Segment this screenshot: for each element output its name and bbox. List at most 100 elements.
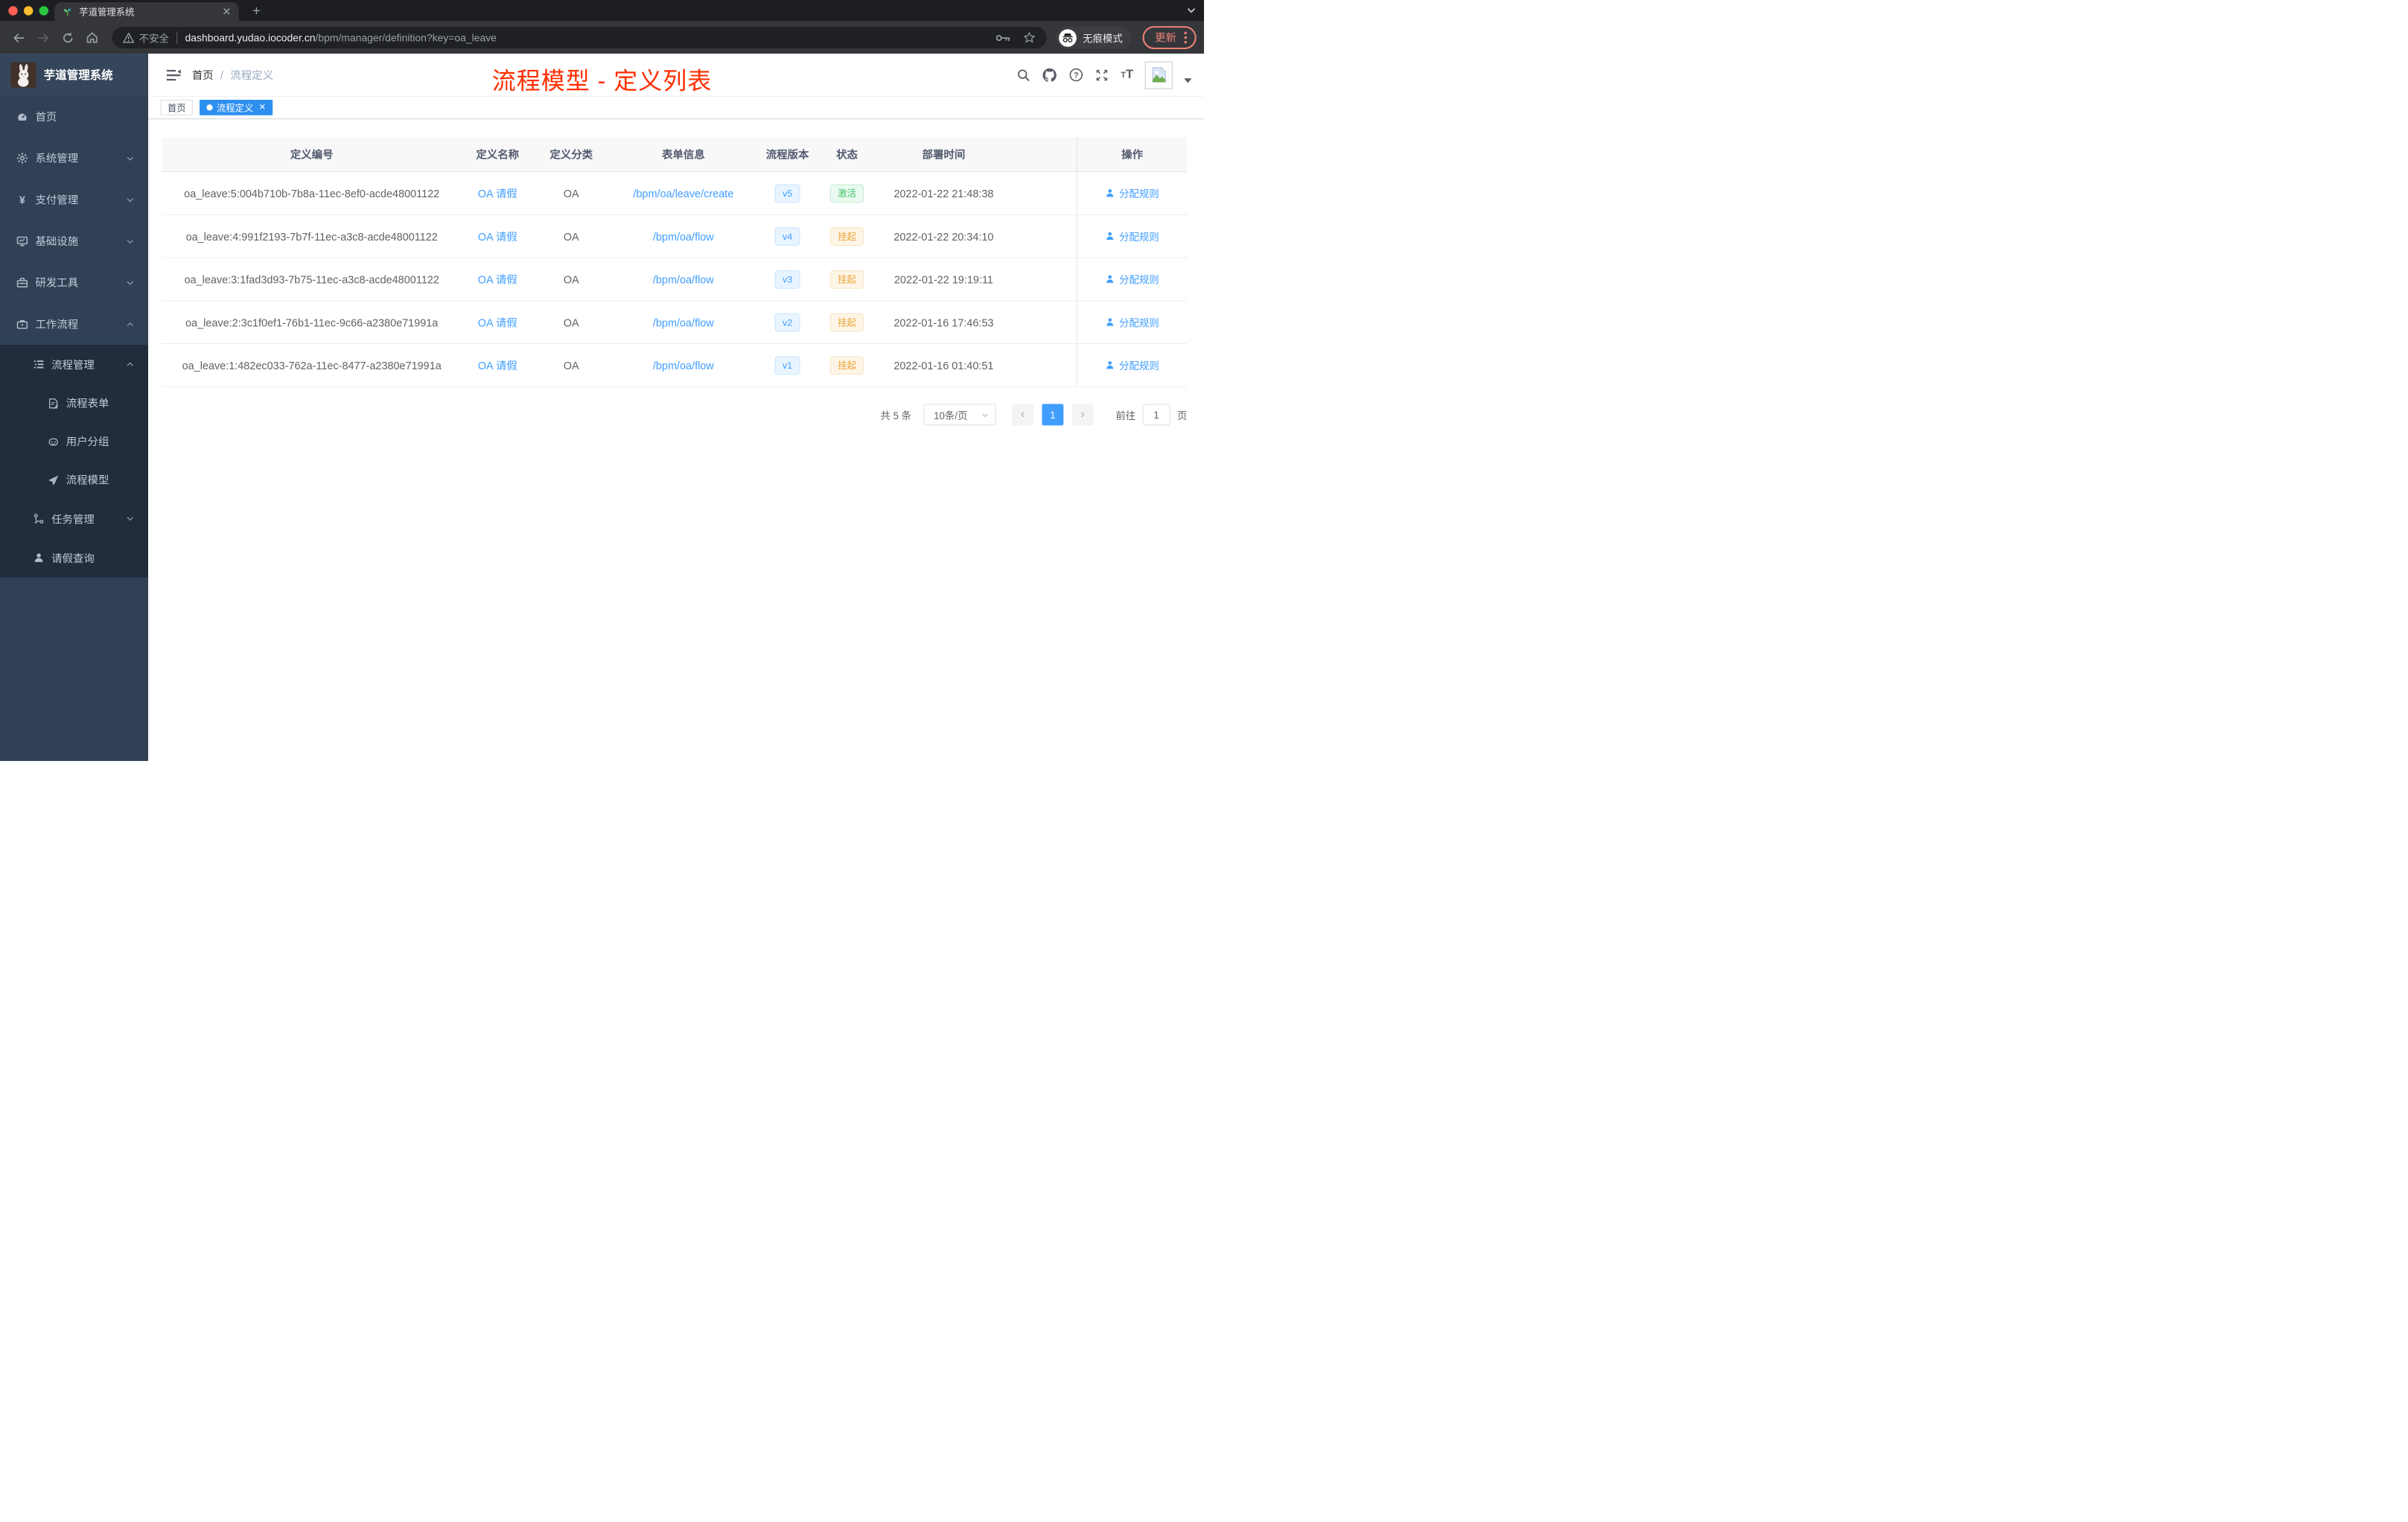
home-icon[interactable] xyxy=(81,27,103,48)
maximize-window-button[interactable] xyxy=(39,6,48,16)
dashboard-icon xyxy=(16,111,29,124)
breadcrumb-home[interactable]: 首页 xyxy=(192,67,214,83)
close-window-button[interactable] xyxy=(8,6,18,16)
sidebar-item[interactable]: 流程表单 xyxy=(0,384,148,423)
sidebar-item-label: 请假查询 xyxy=(51,551,95,564)
search-icon[interactable] xyxy=(1017,68,1031,82)
version-badge: v4 xyxy=(774,226,800,246)
sidebar-item-label: 流程模型 xyxy=(66,474,109,486)
sidebar-item[interactable]: 研发工具 xyxy=(0,262,148,304)
assign-rule-label: 分配规则 xyxy=(1119,274,1159,286)
prev-page-button[interactable]: ‹ xyxy=(1012,404,1034,426)
user-small-icon xyxy=(1105,274,1115,284)
table-row: oa_leave:1:482ec033-762a-11ec-8477-a2380… xyxy=(162,344,1188,387)
tab-search-chevron-icon[interactable] xyxy=(1186,5,1196,15)
definition-table: 定义编号 定义名称 定义分类 表单信息 流程版本 状态 部署时间 操作 oa_leave:5:0… xyxy=(162,137,1188,387)
help-icon[interactable]: ? xyxy=(1069,68,1084,83)
yen-icon: ¥ xyxy=(16,194,29,206)
sidebar-item[interactable]: ¥ 支付管理 xyxy=(0,179,148,220)
sidebar-item-label: 流程管理 xyxy=(51,358,95,371)
definition-id: oa_leave:3:1fad3d93-7b75-11ec-a3c8-acde4… xyxy=(184,273,439,286)
sidebar-item[interactable]: 系统管理 xyxy=(0,138,148,179)
column-header-label: 部署时间 xyxy=(922,148,966,161)
definition-name-link[interactable]: OA 请假 xyxy=(478,229,517,244)
sidebar-item-label: 工作流程 xyxy=(35,317,79,331)
assign-rule-link[interactable]: 分配规则 xyxy=(1105,315,1159,330)
sidebar-item[interactable]: 任务管理 xyxy=(0,499,148,538)
filler-cell xyxy=(1010,301,1077,343)
browser-tab[interactable]: 芋道管理系统 ✕ xyxy=(54,2,239,22)
sidebar-logo[interactable]: 芋道管理系统 xyxy=(0,54,149,96)
browser-menu-dots-icon[interactable] xyxy=(1184,31,1188,44)
avatar[interactable] xyxy=(1144,60,1173,89)
gear-icon xyxy=(16,152,29,165)
definition-name-link[interactable]: OA 请假 xyxy=(478,314,517,330)
form-link[interactable]: /bpm/oa/flow xyxy=(653,230,714,243)
deploy-time-cell: 2022-01-22 21:48:38 xyxy=(877,172,1010,214)
avatar-caret-down-icon[interactable] xyxy=(1184,77,1192,83)
bookmark-star-icon[interactable] xyxy=(1023,31,1036,44)
user-small-icon xyxy=(1105,231,1115,241)
assign-rule-link[interactable]: 分配规则 xyxy=(1105,358,1159,373)
definition-name-link[interactable]: OA 请假 xyxy=(478,272,517,287)
form-link[interactable]: /bpm/oa/flow xyxy=(653,359,714,372)
version-cell: v1 xyxy=(758,344,817,386)
back-icon[interactable] xyxy=(7,27,29,48)
goto-page-input[interactable] xyxy=(1142,404,1170,426)
tag-active[interactable]: 流程定义 ✕ xyxy=(200,100,273,115)
form-info-cell: /bpm/oa/flow xyxy=(609,344,758,386)
form-link[interactable]: /bpm/oa/flow xyxy=(653,273,714,286)
security-label: 不安全 xyxy=(138,32,169,45)
deploy-time: 2022-01-16 17:46:53 xyxy=(894,316,994,328)
sidebar-item[interactable]: 用户分组 xyxy=(0,422,148,461)
sidebar-fold-icon[interactable] xyxy=(166,68,182,82)
sidebar-item[interactable]: 流程模型 xyxy=(0,461,148,500)
minimize-window-button[interactable] xyxy=(23,6,34,16)
svg-text:?: ? xyxy=(1074,71,1079,80)
column-header: 定义分类 xyxy=(534,138,609,171)
github-icon[interactable] xyxy=(1042,67,1058,83)
sidebar: 芋道管理系统 首页 系统管理 ¥ 支付管理 基础设施 研发工具工作流程流程管理流程表单用户… xyxy=(0,54,149,761)
page-size-select[interactable]: 10条/页 xyxy=(923,404,996,426)
sidebar-item[interactable]: 请假查询 xyxy=(0,538,148,578)
version-badge: v3 xyxy=(774,270,800,289)
definition-id-cell: oa_leave:1:482ec033-762a-11ec-8477-a2380… xyxy=(162,344,462,386)
select-caret-icon xyxy=(981,410,989,418)
sidebar-item[interactable]: 基础设施 xyxy=(0,220,148,262)
viewport: 流程模型 - 定义列表 芋道管理系统 ✕ + 不安全 dashboard.yud… xyxy=(0,0,1204,761)
tag-item[interactable]: 首页 xyxy=(160,100,193,115)
sidebar-item[interactable]: 流程管理 xyxy=(0,345,148,384)
assign-rule-link[interactable]: 分配规则 xyxy=(1105,272,1159,287)
tab-close-icon[interactable]: ✕ xyxy=(222,5,231,19)
incognito-icon xyxy=(1059,28,1077,47)
column-header: 部署时间 xyxy=(877,138,1010,171)
url-bar[interactable]: 不安全 dashboard.yudao.iocoder.cn/bpm/manag… xyxy=(112,27,1047,48)
url-divider xyxy=(176,31,178,44)
next-page-button[interactable]: › xyxy=(1071,404,1094,426)
assign-rule-link[interactable]: 分配规则 xyxy=(1105,186,1159,201)
filler-cell xyxy=(1010,258,1077,301)
fullscreen-icon[interactable] xyxy=(1095,68,1109,82)
briefcase-icon xyxy=(16,318,29,331)
sidebar-item-label: 流程表单 xyxy=(66,397,109,410)
tag-close-icon[interactable]: ✕ xyxy=(259,103,267,112)
form-icon xyxy=(48,398,59,409)
browser-update-button[interactable]: 更新 xyxy=(1142,26,1197,49)
column-header: 表单信息 xyxy=(609,138,758,171)
forward-icon[interactable] xyxy=(32,27,54,48)
broken-image-icon xyxy=(1150,66,1168,84)
sidebar-item[interactable]: 工作流程 xyxy=(0,303,148,345)
deploy-time-cell: 2022-01-16 01:40:51 xyxy=(877,344,1010,386)
new-tab-button[interactable]: + xyxy=(247,1,266,20)
definition-name-link[interactable]: OA 请假 xyxy=(478,185,517,201)
assign-rule-link[interactable]: 分配规则 xyxy=(1105,229,1159,243)
sidebar-item[interactable]: 首页 xyxy=(0,96,148,138)
definition-category-cell: OA xyxy=(534,344,609,386)
tag-label: 流程定义 xyxy=(216,102,254,114)
definition-name-link[interactable]: OA 请假 xyxy=(478,357,517,373)
reload-icon[interactable] xyxy=(57,27,78,48)
form-link[interactable]: /bpm/oa/leave/create xyxy=(633,187,733,200)
form-link[interactable]: /bpm/oa/flow xyxy=(653,316,714,328)
password-key-icon[interactable] xyxy=(996,34,1011,42)
page-1-button[interactable]: 1 xyxy=(1042,404,1064,426)
